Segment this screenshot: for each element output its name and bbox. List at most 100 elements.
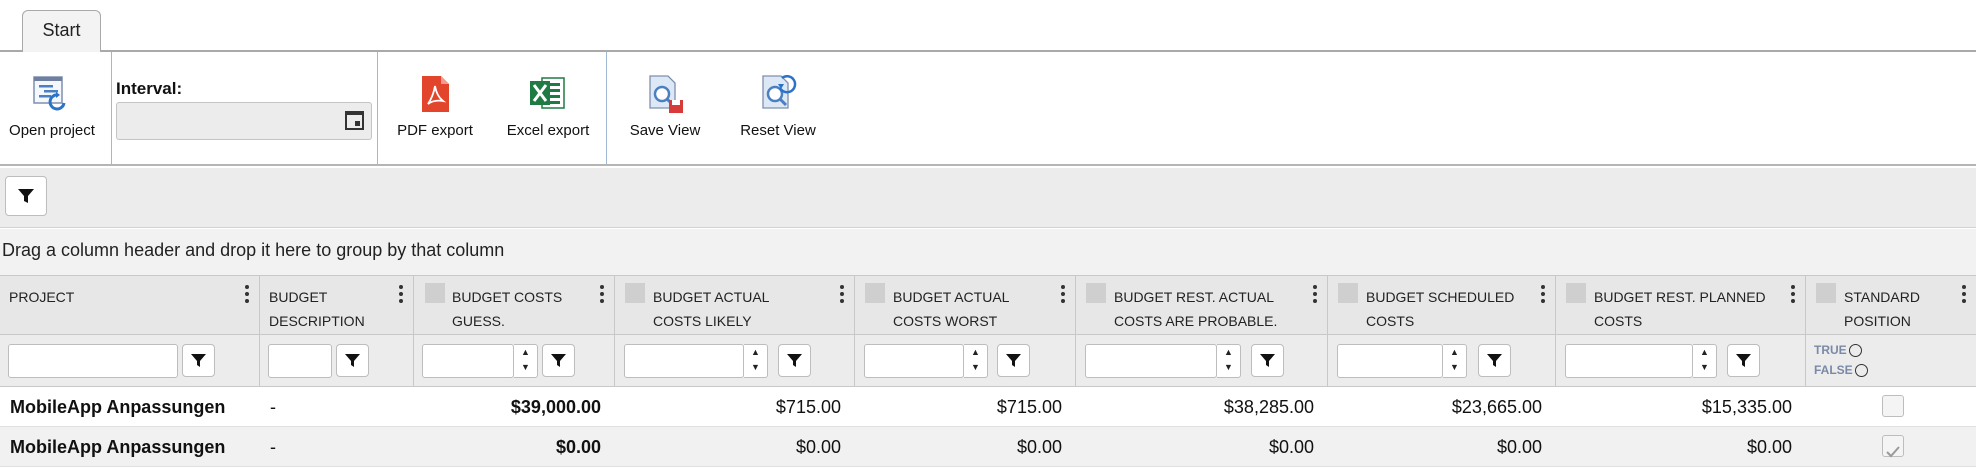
filter-icon[interactable] [778,344,811,377]
calendar-icon[interactable] [345,111,364,130]
likely-filter-input[interactable] [624,344,744,378]
reset-view-label: Reset View [740,122,816,139]
filter-toggle-button[interactable] [5,176,47,216]
true-filter-option[interactable]: TRUE [1814,343,1862,358]
checkmark-icon [1886,446,1900,458]
planned-filter-input[interactable] [1565,344,1693,378]
tab-start[interactable]: Start [22,10,101,53]
filter-icon[interactable] [997,344,1030,377]
sort-icon[interactable] [1338,283,1358,303]
reset-view-icon [762,75,797,109]
sort-icon[interactable] [1566,283,1586,303]
project-cell: MobileApp Anpassungen [10,397,226,417]
true-radio[interactable] [1848,344,1862,358]
project-filter-input[interactable] [8,344,178,378]
probable-cell: $38,285.00 [1223,397,1314,417]
save-view-label: Save View [629,122,701,139]
scheduled-cell: $23,665.00 [1451,397,1542,417]
guess-cell: $0.00 [555,437,601,457]
table-row[interactable]: MobileApp Anpassungen - $39,000.00 $715.… [0,387,1976,427]
planned-cell: $0.00 [1746,437,1792,457]
interval-field[interactable] [116,102,372,140]
filter-bar [0,168,1976,228]
column-menu-icon[interactable] [1791,285,1795,303]
description-cell: - [270,397,276,417]
open-project-button[interactable]: Open project [6,72,98,139]
filter-icon[interactable] [1727,344,1760,377]
column-menu-icon[interactable] [245,285,249,303]
tab-bar: Start [0,0,1976,53]
numeric-spinner[interactable]: ▲ ▼ [744,344,768,378]
scheduled-filter-input[interactable] [1337,344,1443,378]
description-filter-input[interactable] [268,344,332,378]
scheduled-cell: $0.00 [1496,437,1542,457]
filter-icon [18,189,34,203]
numeric-spinner[interactable]: ▲ ▼ [964,344,988,378]
numeric-spinner[interactable]: ▲ ▼ [1693,344,1717,378]
project-cell: MobileApp Anpassungen [10,437,226,457]
guess-filter-input[interactable] [422,344,514,378]
column-header-budget-description[interactable]: BUDGET DESCRIPTION [260,276,414,334]
grid-filter-row: ▲ ▼ ▲ ▼ ▲ ▼ ▲ ▼ ▲ ▼ ▲ ▼ TRUE FALSE [0,335,1976,387]
table-row[interactable]: MobileApp Anpassungen - $0.00 $0.00 $0.0… [0,427,1976,467]
filter-icon[interactable] [1251,344,1284,377]
column-menu-icon[interactable] [840,285,844,303]
ribbon-separator [606,52,607,164]
sort-icon[interactable] [625,283,645,303]
column-menu-icon[interactable] [1962,285,1966,303]
column-header-budget-actual-costs-worst[interactable]: BUDGET ACTUAL COSTS WORST [855,276,1076,334]
standard-position-checkbox[interactable] [1882,435,1904,458]
open-project-icon [33,76,66,111]
sort-icon[interactable] [1086,283,1106,303]
column-menu-icon[interactable] [1541,285,1545,303]
false-filter-option[interactable]: FALSE [1814,363,1868,378]
grid-header-row: PROJECT BUDGET DESCRIPTION BUDGET COSTS GU… [0,275,1976,335]
pdf-export-button[interactable]: PDF export [395,72,475,139]
worst-cell: $715.00 [996,397,1062,417]
standard-position-checkbox[interactable] [1882,395,1904,417]
ribbon-toolbar: Open project Interval: PDF export Excel … [0,52,1976,166]
pdf-export-label: PDF export [397,122,473,139]
budget-grid: PROJECT BUDGET DESCRIPTION BUDGET COSTS GU… [0,275,1976,467]
column-menu-icon[interactable] [1313,285,1317,303]
worst-cell: $0.00 [1016,437,1062,457]
sort-icon[interactable] [425,283,445,303]
column-header-standard-position[interactable]: STANDARD POSITION [1806,276,1976,334]
ribbon-separator [377,52,378,164]
filter-icon[interactable] [542,344,575,377]
reset-view-button[interactable]: Reset View [735,72,821,139]
numeric-spinner[interactable]: ▲ ▼ [514,344,538,378]
sort-icon[interactable] [865,283,885,303]
column-header-budget-actual-costs-likely[interactable]: BUDGET ACTUAL COSTS LIKELY [615,276,855,334]
filter-icon[interactable] [1478,344,1511,377]
save-view-icon [649,75,683,113]
column-menu-icon[interactable] [399,285,403,303]
column-header-budget-rest-actual-costs[interactable]: BUDGET REST. ACTUAL COSTS ARE PROBABLE. [1076,276,1328,334]
guess-cell: $39,000.00 [510,397,601,417]
filter-icon[interactable] [336,344,369,377]
worst-filter-input[interactable] [864,344,964,378]
column-header-budget-scheduled-costs[interactable]: BUDGET SCHEDULED COSTS [1328,276,1556,334]
ribbon-separator [111,52,112,164]
save-view-button[interactable]: Save View [622,72,708,139]
numeric-spinner[interactable]: ▲ ▼ [1217,344,1241,378]
pdf-file-icon [422,76,449,112]
open-project-label: Open project [9,122,95,139]
column-menu-icon[interactable] [600,285,604,303]
excel-export-label: Excel export [506,122,590,139]
filter-icon[interactable] [182,344,215,377]
description-cell: - [270,437,276,457]
column-header-budget-rest-planned-costs[interactable]: BUDGET REST. PLANNED COSTS [1556,276,1806,334]
column-menu-icon[interactable] [1061,285,1065,303]
false-radio[interactable] [1854,364,1868,378]
planned-cell: $15,335.00 [1701,397,1792,417]
probable-cell: $0.00 [1268,437,1314,457]
excel-export-button[interactable]: Excel export [505,72,591,139]
group-by-drop-area[interactable]: Drag a column header and drop it here to… [0,229,1976,275]
numeric-spinner[interactable]: ▲ ▼ [1443,344,1467,378]
probable-filter-input[interactable] [1085,344,1217,378]
sort-icon[interactable] [1816,283,1836,303]
column-header-project[interactable]: PROJECT [0,276,260,334]
column-header-budget-costs-guess[interactable]: BUDGET COSTS GUESS. [414,276,615,334]
excel-file-icon [530,77,565,109]
